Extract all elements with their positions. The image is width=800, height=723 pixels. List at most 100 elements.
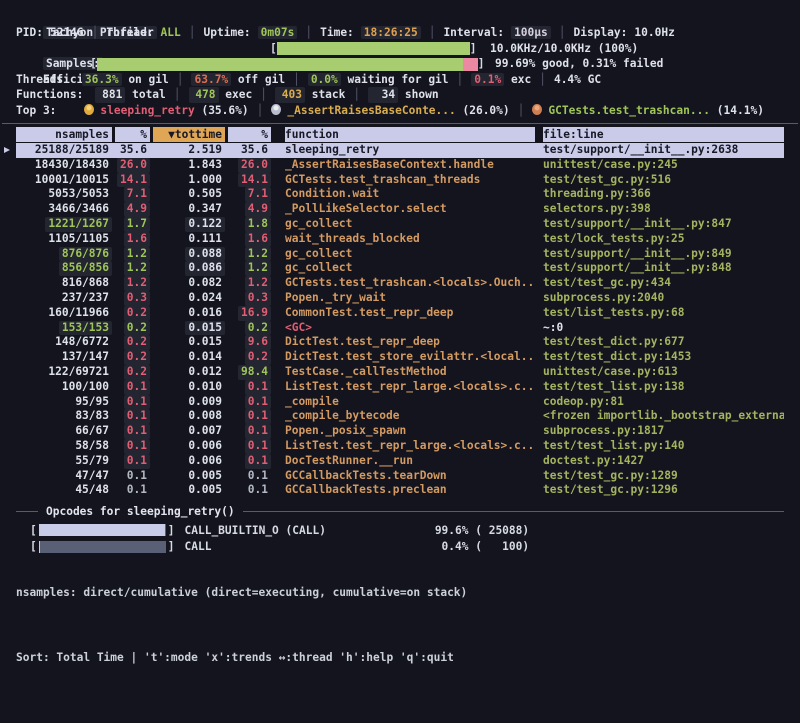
cell-percent-direct: 7.1: [124, 187, 150, 202]
cell-file-line: test/support/__init__.py:2638: [543, 143, 738, 156]
thread-stat-suffix: on gil: [122, 73, 169, 86]
cell-nsamples: 55/79: [72, 454, 112, 469]
cell-function-name: GCTests.test_trashcan.<locals>.Ouch...: [285, 276, 535, 289]
table-row[interactable]: 3466/34664.90.3474.9_PollLikeSelector.se…: [16, 202, 784, 217]
cell-tottime: 0.014: [185, 350, 225, 365]
column-header-tottime[interactable]: ▼tottime: [153, 127, 225, 142]
cell-tottime: 0.015: [185, 335, 225, 350]
table-row[interactable]: 47/470.10.0050.1GCCallbackTests.tearDown…: [16, 469, 784, 484]
separator: │: [429, 26, 436, 39]
table-row[interactable]: 160/119660.20.01616.9CommonTest.test_rep…: [16, 306, 784, 321]
stat-value: 10.0Hz: [634, 26, 674, 39]
cell-tottime: 0.005: [185, 483, 225, 498]
cell-percent-direct: 1.2: [124, 261, 150, 276]
thread-stat-suffix: waiting for gil: [341, 73, 449, 86]
cell-function-name: GCCallbackTests.preclean: [285, 483, 447, 496]
cell-function-name: wait_threads_blocked: [285, 232, 420, 245]
separator: │: [293, 73, 300, 86]
table-row[interactable]: 1221/12671.70.1221.8gc_collecttest/suppo…: [16, 217, 784, 232]
table-row[interactable]: 1105/11051.60.1111.6wait_threads_blocked…: [16, 232, 784, 247]
column-header-label: file:line: [543, 128, 604, 141]
cell-file-line: unittest/case.py:613: [543, 365, 678, 378]
cell-percent-direct: 0.1: [124, 395, 150, 410]
cell-percent-cumulative: 0.2: [245, 321, 271, 336]
function-count-value: 403: [275, 87, 305, 102]
table-row[interactable]: 137/1470.20.0140.2DictTest.test_store_ev…: [16, 350, 784, 365]
table-row[interactable]: 237/2370.30.0240.3Popen._try_waitsubproc…: [16, 291, 784, 306]
cell-nsamples: 1221/1267: [45, 217, 112, 232]
table-row[interactable]: 153/1530.20.0150.2<GC>~:0: [16, 321, 784, 336]
footer-legend: nsamples: direct/cumulative (direct=exec…: [16, 582, 467, 604]
stat-value: 0m07s: [258, 26, 298, 39]
cell-percent-cumulative: 0.1: [245, 454, 271, 469]
cell-percent-direct: 0.1: [124, 424, 150, 439]
cell-nsamples: 5053/5053: [45, 187, 112, 202]
cell-percent-direct: 1.2: [124, 247, 150, 262]
table-row[interactable]: 876/8761.20.0881.2gc_collecttest/support…: [16, 247, 784, 262]
cell-percent-cumulative: 35.6: [238, 143, 271, 158]
cell-nsamples: 122/69721: [45, 365, 112, 380]
cell-percent-direct: 1.2: [124, 276, 150, 291]
cell-nsamples: 816/868: [59, 276, 112, 291]
cell-function-name: <GC>: [285, 321, 312, 334]
cell-nsamples: 876/876: [59, 247, 112, 262]
column-header-[interactable]: %: [228, 127, 271, 142]
cell-percent-direct: 35.6: [117, 143, 150, 158]
column-header-function[interactable]: function: [285, 127, 535, 142]
cell-file-line: test/support/__init__.py:848: [543, 261, 732, 274]
cell-tottime: 0.505: [185, 187, 225, 202]
separator: │: [518, 104, 525, 117]
table-row[interactable]: 5053/50537.10.5057.1Condition.waitthread…: [16, 187, 784, 202]
samples-line: Samples:71038 total (10000.4/s) [] 10.0K…: [16, 41, 784, 56]
table-row[interactable]: 856/8561.20.0861.2gc_collecttest/support…: [16, 261, 784, 276]
top3-function-name: sleeping_retry: [100, 104, 194, 117]
table-row[interactable]: 122/697210.20.01298.4TestCase._callTestM…: [16, 365, 784, 380]
table-row[interactable]: 45/480.10.0050.1GCCallbackTests.preclean…: [16, 483, 784, 498]
separator: │: [177, 73, 184, 86]
cell-tottime: 0.016: [185, 306, 225, 321]
cell-nsamples: 45/48: [72, 483, 112, 498]
top3-function-name: GCTests.test_trashcan...: [548, 104, 710, 117]
table-row[interactable]: 83/830.10.0080.1_compile_bytecode<frozen…: [16, 409, 784, 424]
stat-value: ALL: [161, 26, 181, 39]
table-row[interactable]: 66/670.10.0070.1Popen._posix_spawnsubpro…: [16, 424, 784, 439]
function-count-value: 478: [189, 87, 219, 102]
cell-tottime: 0.088: [185, 247, 225, 262]
separator: │: [559, 26, 566, 39]
cell-nsamples: 83/83: [72, 409, 112, 424]
efficiency-line: Efficiency: [] 99.69% good, 0.31% failed: [16, 56, 784, 71]
table-row[interactable]: 25188/2518935.62.51935.6sleeping_retryte…: [16, 143, 784, 158]
separator: │: [189, 26, 196, 39]
cell-file-line: subprocess.py:2040: [543, 291, 664, 304]
cell-tottime: 0.010: [185, 380, 225, 395]
cell-file-line: test/list_tests.py:68: [543, 306, 684, 319]
cell-file-line: test/test_gc.py:1296: [543, 483, 678, 496]
separator: │: [457, 73, 464, 86]
opcodes-header: Opcodes for sleeping_retry(): [16, 504, 784, 519]
cell-percent-direct: 0.2: [124, 365, 150, 380]
table-row[interactable]: 55/790.10.0060.1DocTestRunner.__rundocte…: [16, 454, 784, 469]
stat-label: Display:: [574, 26, 628, 39]
cell-tottime: 0.005: [185, 469, 225, 484]
cell-tottime: 2.519: [185, 143, 225, 158]
table-row[interactable]: 18430/1843026.01.84326.0_AssertRaisesBas…: [16, 158, 784, 173]
cell-percent-cumulative: 0.1: [245, 483, 271, 498]
column-header-nsamples[interactable]: nsamples: [16, 127, 112, 142]
table-row[interactable]: 95/950.10.0090.1_compilecodeop.py:81: [16, 395, 784, 410]
function-count-value: 881: [95, 87, 125, 102]
table-row[interactable]: 58/580.10.0060.1ListTest.test_repr_large…: [16, 439, 784, 454]
footer-keybindings: Sort: Total Time | 't':mode 'x':trends ↔…: [16, 647, 467, 669]
cell-function-name: _compile_bytecode: [285, 409, 400, 422]
column-header-fileline[interactable]: file:line: [543, 127, 784, 142]
table-row[interactable]: 100/1000.10.0100.1ListTest.test_repr_lar…: [16, 380, 784, 395]
column-header-[interactable]: %: [115, 127, 150, 142]
separator: │: [539, 73, 546, 86]
profiler-screen: Tachyon Profiler PID:52146│Thread:ALL│Up…: [0, 0, 800, 723]
table-row[interactable]: 10001/1001514.11.00014.1GCTests.test_tra…: [16, 173, 784, 188]
table-row[interactable]: 148/67720.20.0159.6DictTest.test_repr_de…: [16, 335, 784, 350]
table-header-row: nsamples%▼tottime% function file:line: [16, 126, 784, 142]
cell-nsamples: 66/67: [72, 424, 112, 439]
function-count-suffix: shown: [398, 88, 438, 101]
cell-percent-direct: 1.6: [124, 232, 150, 247]
table-row[interactable]: 816/8681.20.0821.2GCTests.test_trashcan.…: [16, 276, 784, 291]
